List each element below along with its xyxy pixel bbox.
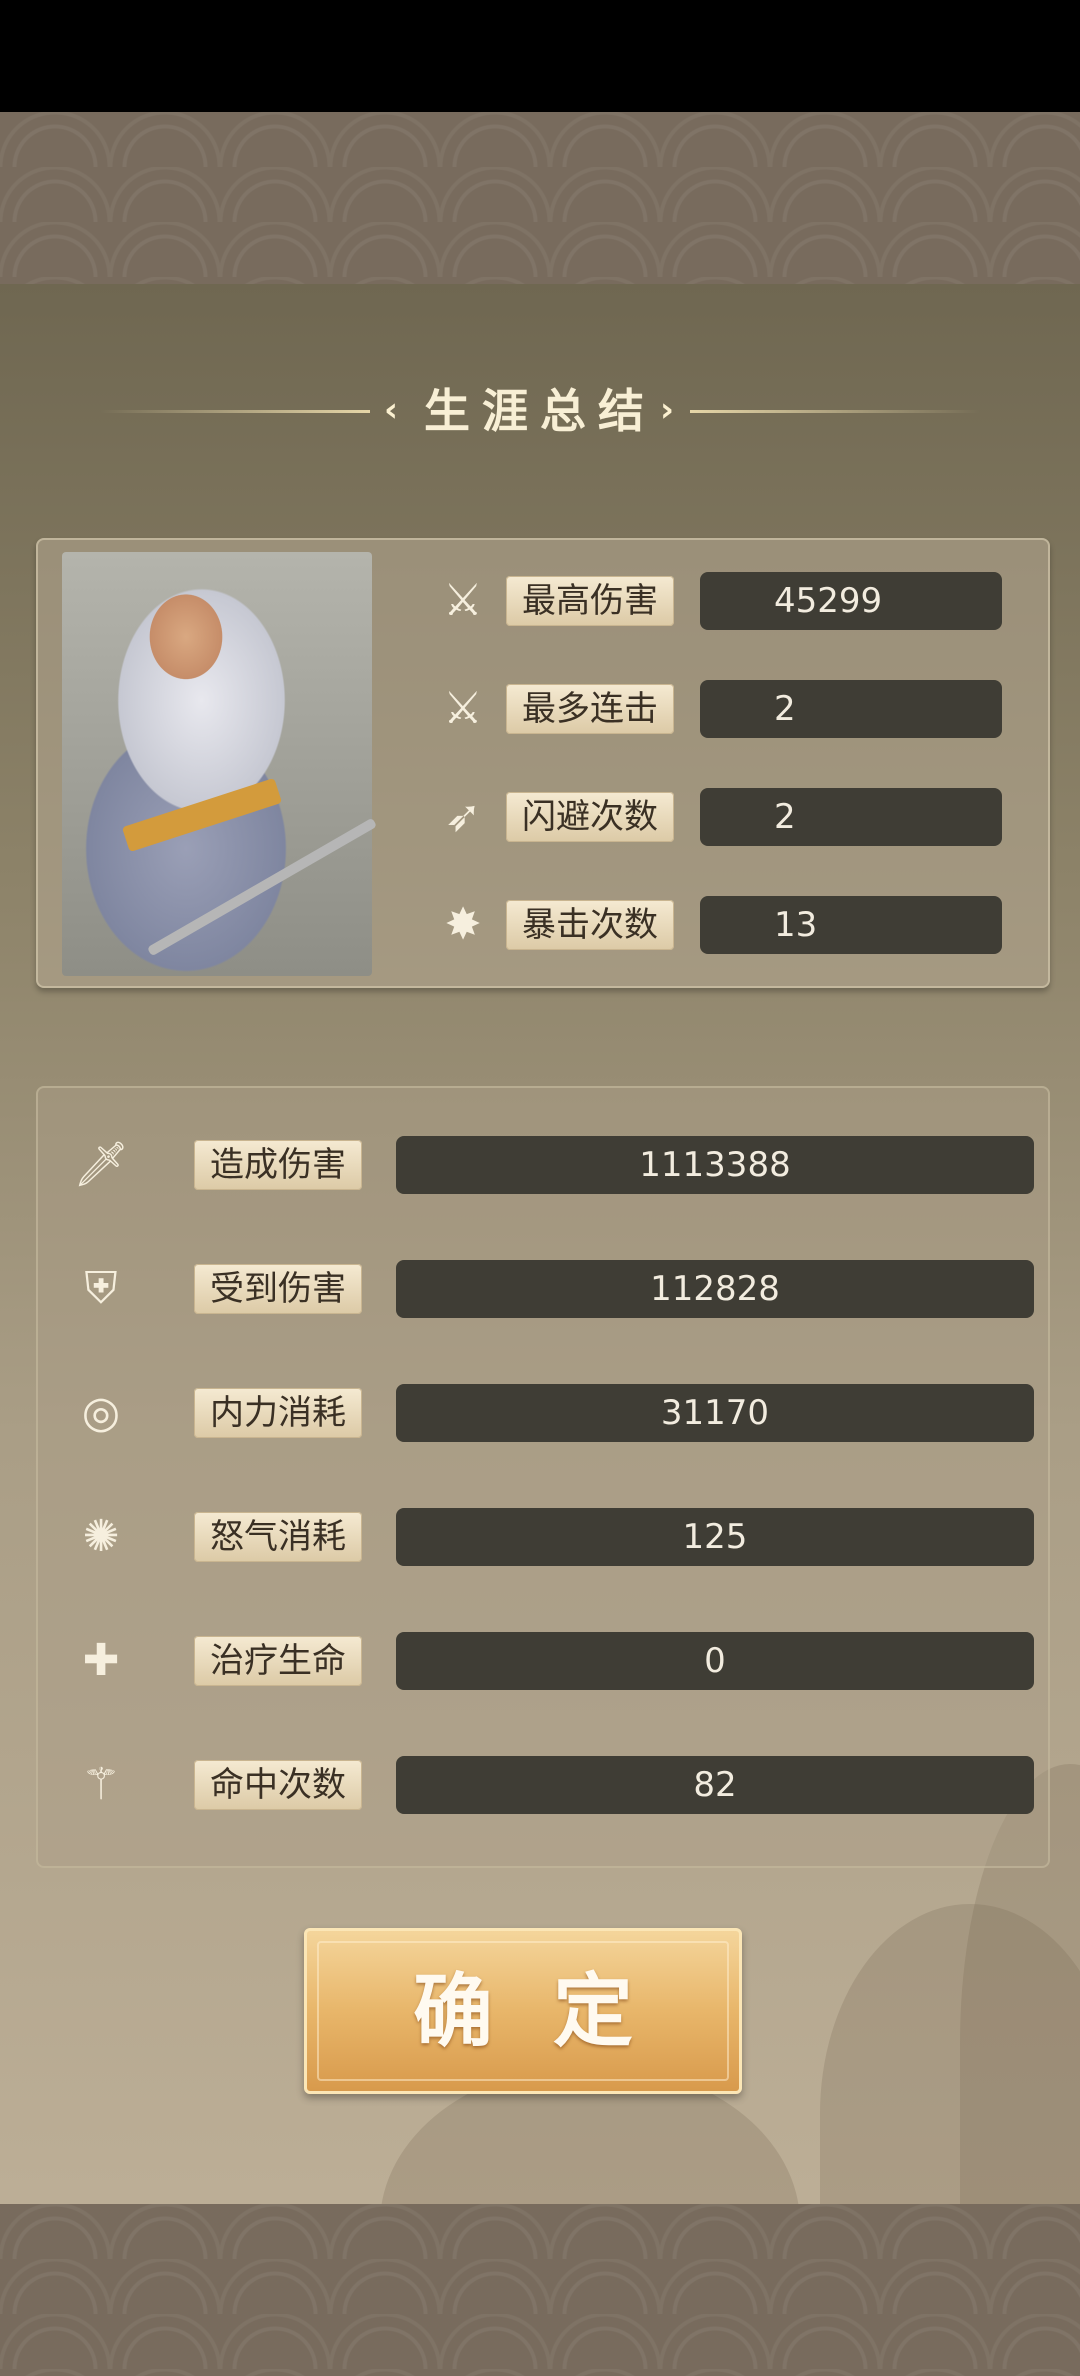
stat-value: 0 (396, 1632, 1034, 1690)
stat-value: 2 (700, 788, 1002, 846)
career-stats-panel: 🗡 造成伤害 1113388 ⛨ 受到伤害 112828 ◎ 内力消耗 31170 ✺ 怒气消耗 12… (36, 1086, 1050, 1868)
portrait-sword (146, 817, 378, 957)
stat-label: 怒气消耗 (194, 1512, 362, 1562)
hero-stats-panel: ⚔ 最高伤害 45299 ⚔ 最多连击 2 ➶ 闪避次数 2 ✸ 暴击次数 13 (36, 538, 1050, 988)
sword-burst-icon: ⚔ (443, 575, 483, 626)
sword-damage-icon: 🗡 (73, 1139, 129, 1190)
rage-burst-icon: ✺ (82, 1511, 120, 1562)
portrait-belt (121, 777, 283, 853)
career-stat-row: 🗡 造成伤害 1113388 (68, 1136, 1038, 1194)
stat-value: 13 (700, 896, 1002, 954)
stat-value: 1113388 (396, 1136, 1034, 1194)
stat-label: 最多连击 (506, 684, 674, 734)
bottom-pattern-band (0, 2204, 1080, 2376)
stat-label: 暴击次数 (506, 900, 674, 950)
stat-label: 治疗生命 (194, 1636, 362, 1686)
stat-value: 45299 (700, 572, 1002, 630)
career-stat-row: ✚ 治疗生命 0 (68, 1632, 1038, 1690)
confirm-button[interactable]: 确定 (304, 1928, 742, 2094)
career-stat-row: ⛨ 受到伤害 112828 (68, 1260, 1038, 1318)
career-stat-row: ✺ 怒气消耗 125 (68, 1508, 1038, 1566)
career-stat-row: ⚚ 命中次数 82 (68, 1756, 1038, 1814)
career-summary-screen: ‹ 生涯总结 › ⚔ 最高伤害 45299 ⚔ 最多连击 2 ➶ 闪避次数 2 ✸ 暴击次数 13 🗡… (0, 284, 1080, 2204)
hero-stat-row: ✸ 暴击次数 13 (430, 896, 1040, 954)
stat-label: 内力消耗 (194, 1388, 362, 1438)
hero-stat-row: ➶ 闪避次数 2 (430, 788, 1040, 846)
stat-value: 125 (396, 1508, 1034, 1566)
stat-value: 2 (700, 680, 1002, 738)
title-line-right (690, 410, 980, 413)
stat-label: 最高伤害 (506, 576, 674, 626)
hero-stat-row: ⚔ 最多连击 2 (430, 680, 1040, 738)
stat-label: 受到伤害 (194, 1264, 362, 1314)
inner-force-icon: ◎ (81, 1387, 121, 1438)
title-line-left (100, 410, 370, 413)
career-stat-row: ◎ 内力消耗 31170 (68, 1384, 1038, 1442)
confirm-label: 确定 (413, 1964, 693, 2058)
heal-cross-icon: ✚ (82, 1635, 120, 1686)
dodge-boot-icon: ➶ (444, 791, 482, 842)
shield-icon: ⛨ (84, 1263, 118, 1314)
status-bar (0, 0, 1080, 112)
hero-portrait (62, 552, 378, 976)
page-title: 生涯总结 (424, 384, 656, 438)
stat-value: 31170 (396, 1384, 1034, 1442)
hit-sword-icon: ⚚ (81, 1759, 121, 1810)
stat-label: 闪避次数 (506, 792, 674, 842)
title-chevron-left-icon: ‹ (383, 390, 398, 430)
critical-star-icon: ✸ (444, 899, 482, 950)
title-banner: ‹ 生涯总结 › (0, 386, 1080, 436)
top-pattern-band (0, 112, 1080, 284)
stat-label: 造成伤害 (194, 1140, 362, 1190)
hero-stat-row: ⚔ 最高伤害 45299 (430, 572, 1040, 630)
crossed-swords-icon: ⚔ (443, 683, 483, 734)
stat-label: 命中次数 (194, 1760, 362, 1810)
stat-value: 82 (396, 1756, 1034, 1814)
stat-value: 112828 (396, 1260, 1034, 1318)
title-chevron-right-icon: › (659, 390, 674, 430)
